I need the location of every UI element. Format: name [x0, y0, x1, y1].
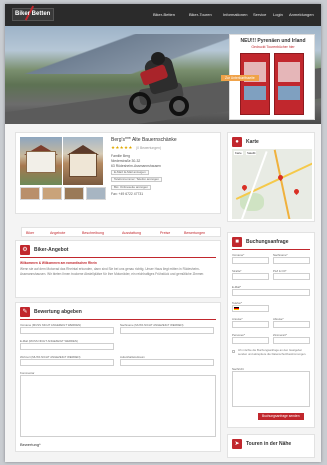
email-show-button[interactable]: E-Mail: E-Mail anzeigen: [111, 170, 149, 175]
city-input[interactable]: [20, 359, 114, 366]
biker-offer-card: ⚙ Biker-Angebot Wilkommen & Wilkommen am…: [15, 240, 221, 298]
tab-preise[interactable]: Preise: [160, 231, 170, 235]
booking-card: ■ Buchungsanfrage Vorname* Nachname* Str…: [227, 232, 315, 428]
tour-book-image: [240, 53, 270, 115]
lastname-input[interactable]: [120, 327, 214, 334]
map-view[interactable]: Karte Satellit: [232, 149, 312, 219]
motorcycle-rider-image: [125, 52, 195, 118]
tab-ausstattung[interactable]: Ausstattung: [122, 231, 141, 235]
divider: [20, 257, 216, 258]
rating-label: Bewertung*: [20, 442, 41, 447]
consent-text: Ich möchte die Buchungsanfrage an den Ga…: [238, 348, 307, 356]
hotel-name: Berg's*** Alte Bauernschänke: [111, 137, 177, 143]
review-title: Bewertung abgeben: [34, 309, 82, 315]
hotel-thumbnail[interactable]: [20, 187, 40, 200]
phone-show-button[interactable]: Telefonnummer: Telefon anzeigen: [111, 177, 162, 182]
booking-title: Buchungsanfrage: [246, 239, 289, 245]
top-nav: Biker Betten Biker-Betten Biker-Touren I…: [5, 4, 321, 26]
booking-room-select[interactable]: [273, 337, 310, 344]
promo-title: NEU!!! Pyrenäen und Irland: [240, 38, 306, 44]
map-card: ● Karte Karte Satellit: [227, 132, 315, 222]
page: Biker Betten Biker-Betten Biker-Touren I…: [5, 4, 321, 462]
offer-headline: Wilkommen & Wilkommen am romantischen Rh…: [20, 261, 97, 265]
map-pin-icon[interactable]: [292, 187, 301, 196]
booking-email-input[interactable]: [232, 289, 310, 296]
booking-arrival-input[interactable]: [232, 321, 269, 328]
nav-login[interactable]: Login: [273, 12, 283, 17]
tours-title: Touren in der Nähe: [246, 441, 292, 447]
offer-text: Wenn sie auf dem Motorrad das Rheintal e…: [20, 267, 205, 276]
map-type-map-button[interactable]: Karte: [234, 151, 243, 155]
firstname-input[interactable]: [20, 327, 114, 334]
nav-service[interactable]: Service: [253, 12, 266, 17]
tab-biker[interactable]: Biker: [26, 231, 34, 235]
hotel-line: 63 Rüdesheim-Assmannshausen: [111, 164, 161, 168]
flag-de-icon: [234, 307, 239, 310]
hotel-photo-main[interactable]: [20, 137, 62, 185]
map-icon: ●: [232, 137, 242, 147]
map-pin-icon[interactable]: [240, 183, 249, 192]
booking-firstname-input[interactable]: [232, 257, 269, 264]
tab-beschreibung[interactable]: Beschreibung: [82, 231, 104, 235]
hotel-card: Berg's*** Alte Bauernschänke ★★★★★ (0 Be…: [15, 132, 221, 214]
calendar-icon: ■: [232, 237, 242, 247]
booking-message-textarea[interactable]: [232, 371, 310, 407]
hotel-line: Niederstraße 30-32: [111, 159, 141, 163]
hotel-fax: Fax: +49 6722 47731: [111, 192, 144, 196]
divider: [20, 319, 216, 320]
hotel-thumbnail[interactable]: [42, 187, 62, 200]
nav-anmeldungen[interactable]: Anmeldungen: [289, 12, 314, 17]
booking-persons-input[interactable]: [232, 337, 269, 344]
booking-departure-input[interactable]: [273, 321, 310, 328]
tab-bewertungen[interactable]: Bewertungen: [184, 231, 205, 235]
nav-informationen[interactable]: Informationen: [223, 12, 247, 17]
promo-subtitle: Gedruckt Tourenbücher hier: [251, 45, 295, 49]
stay-input[interactable]: [120, 359, 214, 366]
website-show-button[interactable]: Bio: Onlineseite anzeigen: [111, 185, 152, 190]
booking-submit-button[interactable]: Buchungsanfrage senden: [258, 413, 304, 420]
review-icon: ✎: [20, 307, 30, 317]
rating-stars: ★★★★★: [111, 145, 133, 150]
nav-biker-betten[interactable]: Biker-Betten: [153, 12, 175, 17]
tour-book-image: [274, 53, 304, 115]
hotel-line: Familie Berg: [111, 154, 131, 158]
map-title: Karte: [246, 139, 259, 145]
consent-checkbox[interactable]: [232, 350, 235, 353]
booking-street-input[interactable]: [232, 273, 269, 280]
route-icon: ➤: [232, 439, 242, 449]
booking-city-input[interactable]: [273, 273, 310, 280]
hotel-thumbnail[interactable]: [86, 187, 106, 200]
review-card: ✎ Bewertung abgeben Vorname (MUSS NICHT …: [15, 302, 221, 452]
nav-biker-touren[interactable]: Biker-Touren: [189, 12, 212, 17]
motorcycle-icon: ⚙: [20, 245, 30, 255]
booking-lastname-input[interactable]: [273, 257, 310, 264]
to-accommodation-button[interactable]: Zur Unterkunftsseite: [221, 75, 259, 81]
hotel-photo-street[interactable]: [63, 137, 103, 185]
divider: [232, 249, 310, 250]
biker-offer-title: Biker-Angebot: [34, 247, 69, 253]
email-input[interactable]: [20, 343, 114, 350]
hero-image: NEU!!! Pyrenäen und Irland Gedruckt Tour…: [5, 26, 321, 124]
logo-text: Biker Betten: [15, 11, 51, 17]
map-type-satellite-button[interactable]: Satellit: [246, 151, 257, 155]
rating-count: (0 Bewertungen): [136, 146, 162, 150]
comment-textarea[interactable]: [20, 375, 216, 437]
detail-tabs: Biker Angebote Beschreibung Ausstattung …: [21, 227, 221, 237]
logo[interactable]: Biker Betten: [12, 5, 54, 25]
hotel-thumbnail[interactable]: [64, 187, 84, 200]
tours-card: ➤ Touren in der Nähe: [227, 434, 315, 458]
tab-angebote[interactable]: Angebote: [50, 231, 65, 235]
